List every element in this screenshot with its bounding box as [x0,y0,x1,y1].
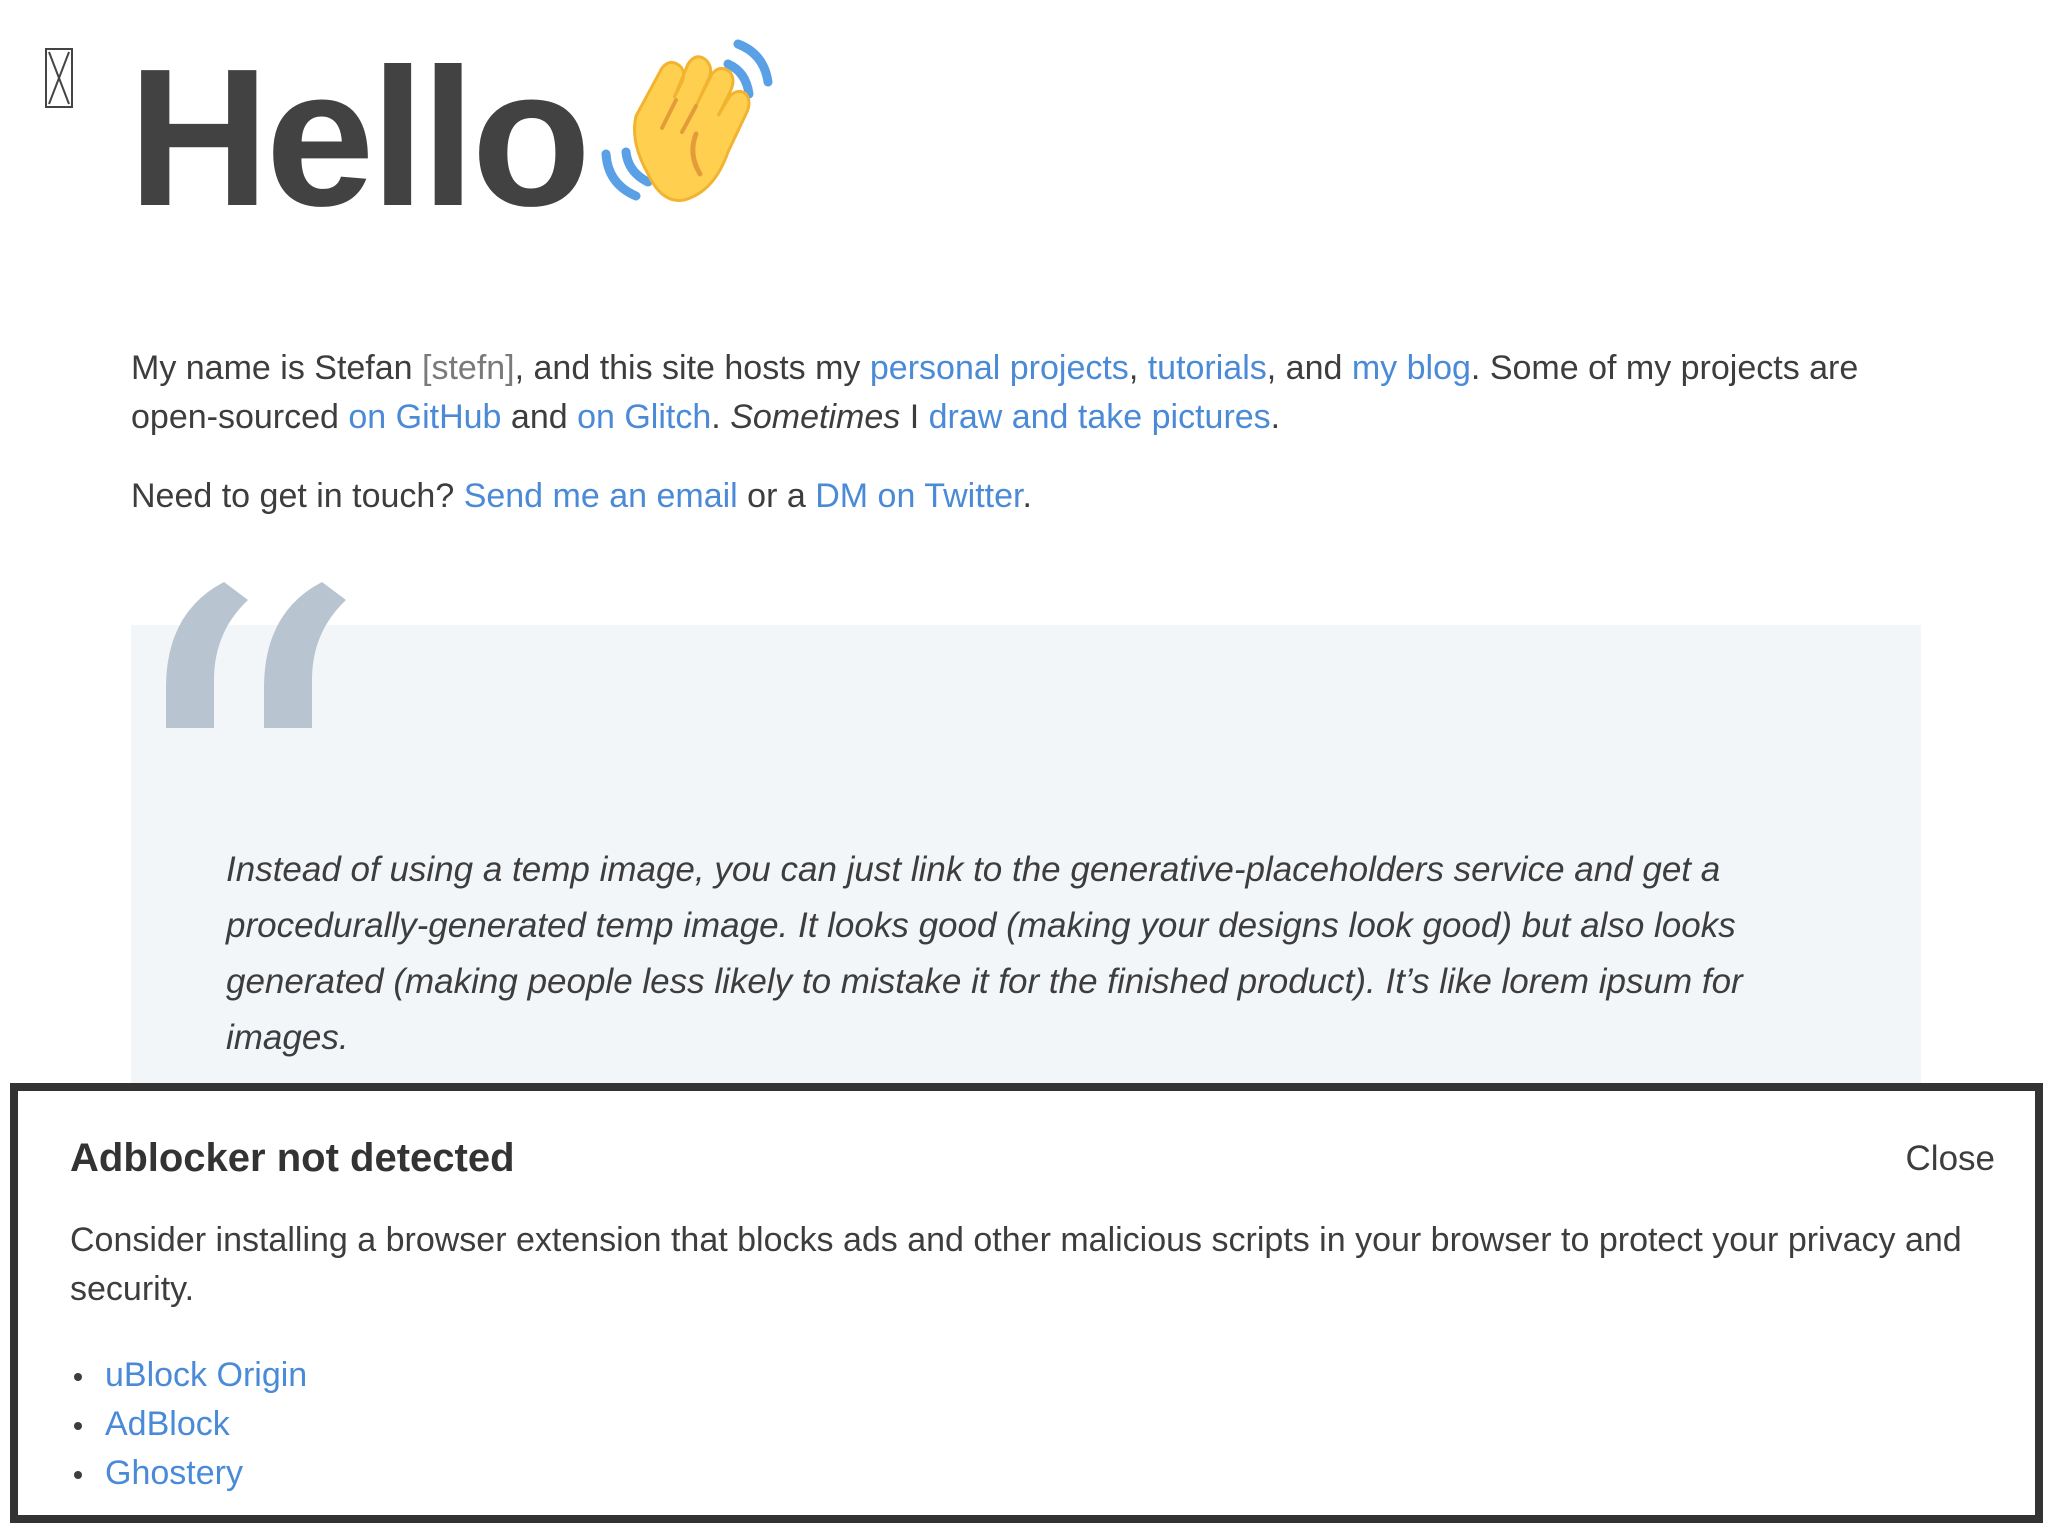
broken-image-icon [45,48,73,108]
page: Hello My name is Stefan [stefn], and thi… [0,0,2048,1536]
intro-text: and [501,398,578,436]
quote-text: Instead of using a temp image, you can j… [226,850,1743,1057]
list-item: Ghostery [70,1449,307,1498]
banner-title: Adblocker not detected [70,1136,515,1180]
twitter-link[interactable]: DM on Twitter [815,477,1022,515]
blog-link[interactable]: my blog [1352,349,1471,387]
ghostery-link[interactable]: Ghostery [105,1454,243,1492]
contact-text: Need to get in touch? [131,477,464,515]
draw-pictures-link[interactable]: draw and take pictures [929,398,1271,436]
intro-text: . [1270,398,1281,436]
personal-projects-link[interactable]: personal projects [870,349,1129,387]
ublock-origin-link[interactable]: uBlock Origin [105,1356,307,1394]
intro-text: , and [1266,349,1352,387]
intro-text: I [900,398,929,436]
list-item: AdBlock [70,1400,307,1449]
github-link[interactable]: on GitHub [348,398,501,436]
page-title: Hello [128,28,591,247]
tutorials-link[interactable]: tutorials [1148,349,1267,387]
contact-text: . [1022,477,1032,515]
sometimes-emphasis: Sometimes [730,398,901,436]
pronunciation: [stefn] [422,349,515,387]
contact-paragraph: Need to get in touch? Send me an email o… [131,472,1931,521]
banner-body: Consider installing a browser extension … [70,1221,1962,1308]
intro-text: , and this site hosts my [514,349,870,387]
adblocker-list: uBlock Origin AdBlock Ghostery [70,1351,307,1498]
email-link[interactable]: Send me an email [464,477,738,515]
close-button[interactable]: Close [1906,1137,1995,1181]
list-item: uBlock Origin [70,1351,307,1400]
intro-paragraph: My name is Stefan [stefn], and this site… [131,344,1931,442]
adblock-link[interactable]: AdBlock [105,1405,230,1443]
quote-mark-icon [166,582,346,728]
waving-hand-icon [601,39,773,202]
intro-text: . [711,398,731,436]
intro-text: My name is Stefan [131,349,423,387]
intro-text: , [1128,349,1148,387]
glitch-link[interactable]: on Glitch [577,398,711,436]
adblock-banner: Adblocker not detected Close Consider in… [10,1083,2043,1523]
contact-text: or a [737,477,816,515]
